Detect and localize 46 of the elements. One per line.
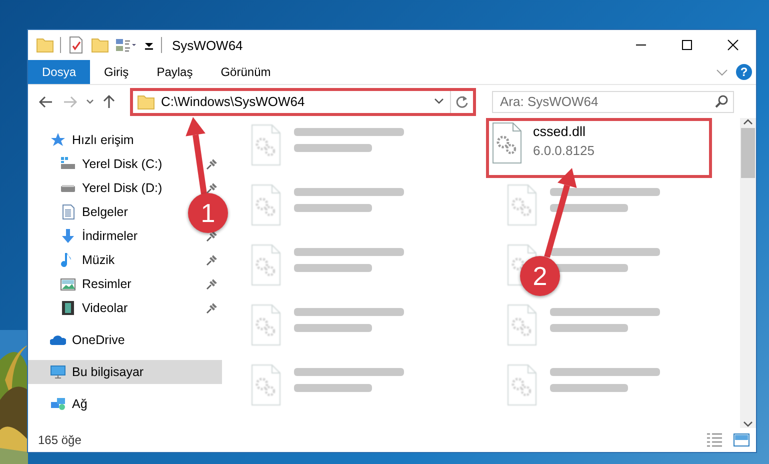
network-icon <box>50 396 66 412</box>
details-view-icon[interactable] <box>706 432 723 448</box>
up-icon[interactable] <box>102 94 116 109</box>
gear-file-icon <box>491 122 523 164</box>
nav-item[interactable]: Bu bilgisayar <box>28 360 222 384</box>
nav-item[interactable]: Müzik <box>28 248 222 272</box>
picture-icon <box>60 276 76 292</box>
ribbon-tab[interactable]: Giriş <box>90 60 143 84</box>
nav-item[interactable]: OneDrive <box>28 328 131 352</box>
back-icon[interactable] <box>38 94 54 108</box>
scroll-down-icon[interactable] <box>743 420 753 428</box>
star-icon <box>50 132 66 148</box>
ribbon-tab[interactable]: Paylaş <box>142 60 207 84</box>
film-icon <box>60 300 76 316</box>
address-path: C:\Windows\SysWOW64 <box>161 94 305 109</box>
refresh-icon[interactable] <box>455 94 469 108</box>
scrollbar-thumb[interactable] <box>741 128 755 178</box>
search-field[interactable]: Ara: SysWOW64 <box>492 90 734 112</box>
download-icon <box>60 228 76 244</box>
nav-item[interactable]: Ağ <box>28 392 94 416</box>
properties-icon[interactable] <box>67 36 85 54</box>
nav-item[interactable]: Hızlı erişim <box>28 128 140 152</box>
computer-icon <box>50 364 66 380</box>
recent-icon[interactable] <box>86 98 94 105</box>
search-icon[interactable] <box>715 94 728 108</box>
nav-item[interactable]: Videolar <box>28 296 222 320</box>
file-item[interactable]: cssed.dll 6.0.0.8125 <box>486 118 712 178</box>
nav-item[interactable]: Yerel Disk (C:) <box>28 152 222 176</box>
ribbon-tab[interactable]: Görünüm <box>206 60 285 84</box>
ribbon-tab[interactable]: Dosya <box>28 60 90 84</box>
drive-icon <box>60 156 76 172</box>
help-button[interactable]: ? <box>736 64 752 80</box>
nav-item[interactable]: Resimler <box>28 272 222 296</box>
maximize-icon <box>681 39 693 51</box>
item-count: 165 öğe <box>38 433 82 447</box>
scroll-up-icon[interactable] <box>743 118 753 126</box>
folder-icon <box>137 93 155 110</box>
expand-ribbon-icon[interactable] <box>716 68 728 76</box>
document-icon <box>60 204 76 220</box>
close-icon <box>727 39 739 51</box>
address-bar[interactable]: C:\Windows\SysWOW64 <box>130 88 476 116</box>
window-title: SysWOW64 <box>172 38 243 52</box>
dropdown-icon[interactable] <box>434 98 444 105</box>
tiles-view-icon[interactable] <box>733 432 750 448</box>
nav-item[interactable]: Belgeler <box>28 200 134 224</box>
view-icon[interactable] <box>115 36 137 54</box>
